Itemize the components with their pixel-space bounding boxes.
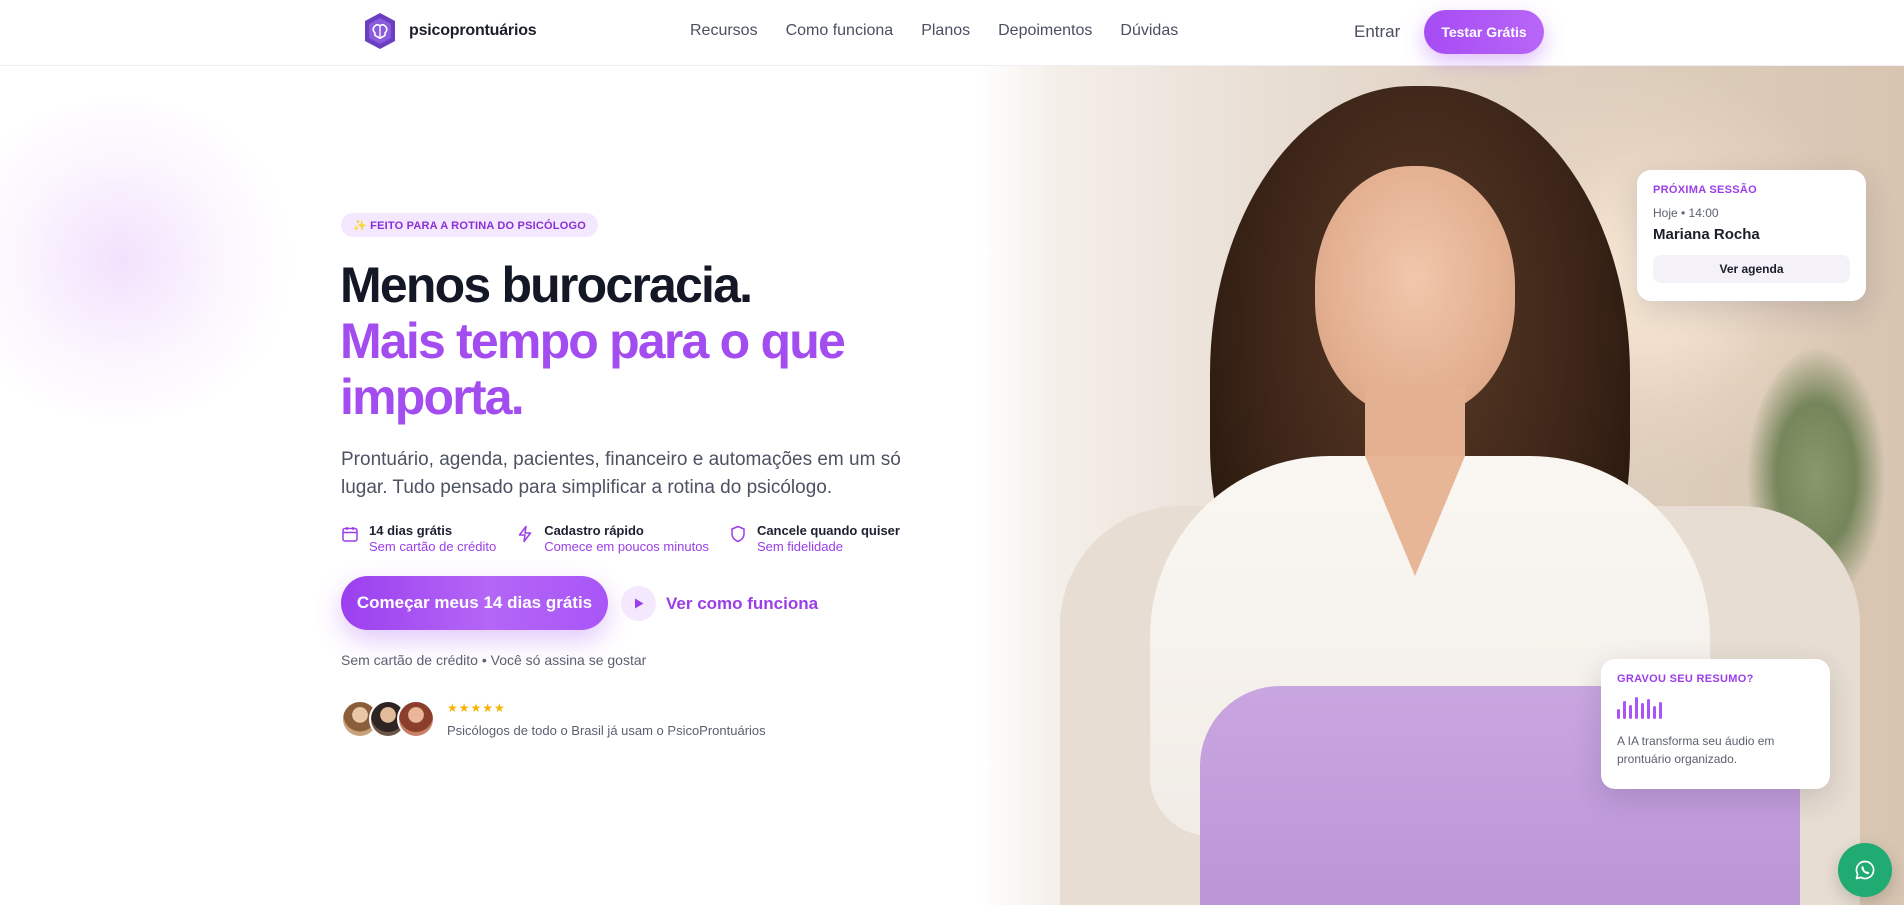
whatsapp-button[interactable] [1838,843,1892,897]
main-nav: Recursos Como funciona Planos Depoimento… [690,22,1178,40]
psychologist-face [1315,166,1515,416]
session-time: Hoje • 14:00 [1653,206,1719,220]
nav-link-como-funciona[interactable]: Como funciona [786,22,894,40]
feature-list: 14 dias grátis Sem cartão de crédito Cad… [341,523,900,555]
avatar-group [341,700,435,738]
feature-subtitle: Sem fidelidade [756,539,843,554]
start-trial-button[interactable]: Começar meus 14 dias grátis [341,576,608,630]
login-link[interactable]: Entrar [1354,22,1400,42]
next-session-card: PRÓXIMA SESSÃO Hoje • 14:00 Mariana Roch… [1637,170,1866,301]
avatar [397,700,435,738]
feature-free-trial: 14 dias grátis Sem cartão de crédito [341,523,496,555]
feature-quick-signup: Cadastro rápido Comece em poucos minutos [516,523,709,555]
lightning-icon [518,525,532,543]
feature-cancel-anytime: Cancele quando quiser Sem fidelidade [729,523,900,555]
nav-link-recursos[interactable]: Recursos [690,22,758,40]
ai-card-description: A IA transforma seu áudio em prontuário … [1617,734,1775,766]
hero-title-line-2: Mais tempo para o que importa. [340,313,846,425]
feature-title: Cancele quando quiser [756,523,900,538]
feature-title: 14 dias grátis [369,523,453,538]
brand-logo[interactable]: psicoprontuários [361,11,537,51]
feature-subtitle: Sem cartão de crédito [369,539,497,554]
hero-title: Menos burocracia. Mais tempo para o que … [340,257,940,425]
view-agenda-button[interactable]: Ver agenda [1653,255,1850,283]
how-it-works-link[interactable]: Ver como funciona [621,586,818,621]
brand-name: psicoprontuários [409,22,537,39]
shield-icon [731,525,745,543]
play-icon[interactable] [621,586,656,621]
try-free-button[interactable]: Testar Grátis [1424,10,1544,54]
feature-title: Cadastro rápido [544,523,644,538]
social-proof-text: Psicólogos de todo o Brasil já usam o Ps… [447,722,766,738]
ai-summary-card: GRAVOU SEU RESUMO? A IA transforma seu á… [1601,659,1830,789]
hero-lead: Prontuário, agenda, pacientes, financeir… [341,449,901,498]
next-session-kicker: PRÓXIMA SESSÃO [1653,184,1758,196]
audio-waveform-icon [1617,697,1662,719]
ai-card-kicker: GRAVOU SEU RESUMO? [1617,673,1754,685]
how-it-works-label[interactable]: Ver como funciona [666,594,818,614]
star-rating: ★★★★★ [447,700,506,715]
fineprint: Sem cartão de crédito • Você só assina s… [341,652,647,668]
nav-link-duvidas[interactable]: Dúvidas [1120,22,1178,40]
hero-title-line-1: Menos burocracia. [340,257,753,313]
patient-name: Mariana Rocha [1653,226,1760,243]
brain-logo-icon [365,13,395,49]
site-header: psicoprontuários Recursos Como funciona … [0,0,1904,66]
calendar-icon [342,527,358,542]
nav-link-planos[interactable]: Planos [921,22,970,40]
whatsapp-icon [1855,860,1875,880]
social-proof: ★★★★★ Psicólogos de todo o Brasil já usa… [341,700,766,738]
hero-badge: ✨ FEITO PARA A ROTINA DO PSICÓLOGO [341,213,598,237]
background-glow [0,100,300,420]
feature-subtitle: Comece em poucos minutos [544,539,709,554]
nav-link-depoimentos[interactable]: Depoimentos [998,22,1092,40]
